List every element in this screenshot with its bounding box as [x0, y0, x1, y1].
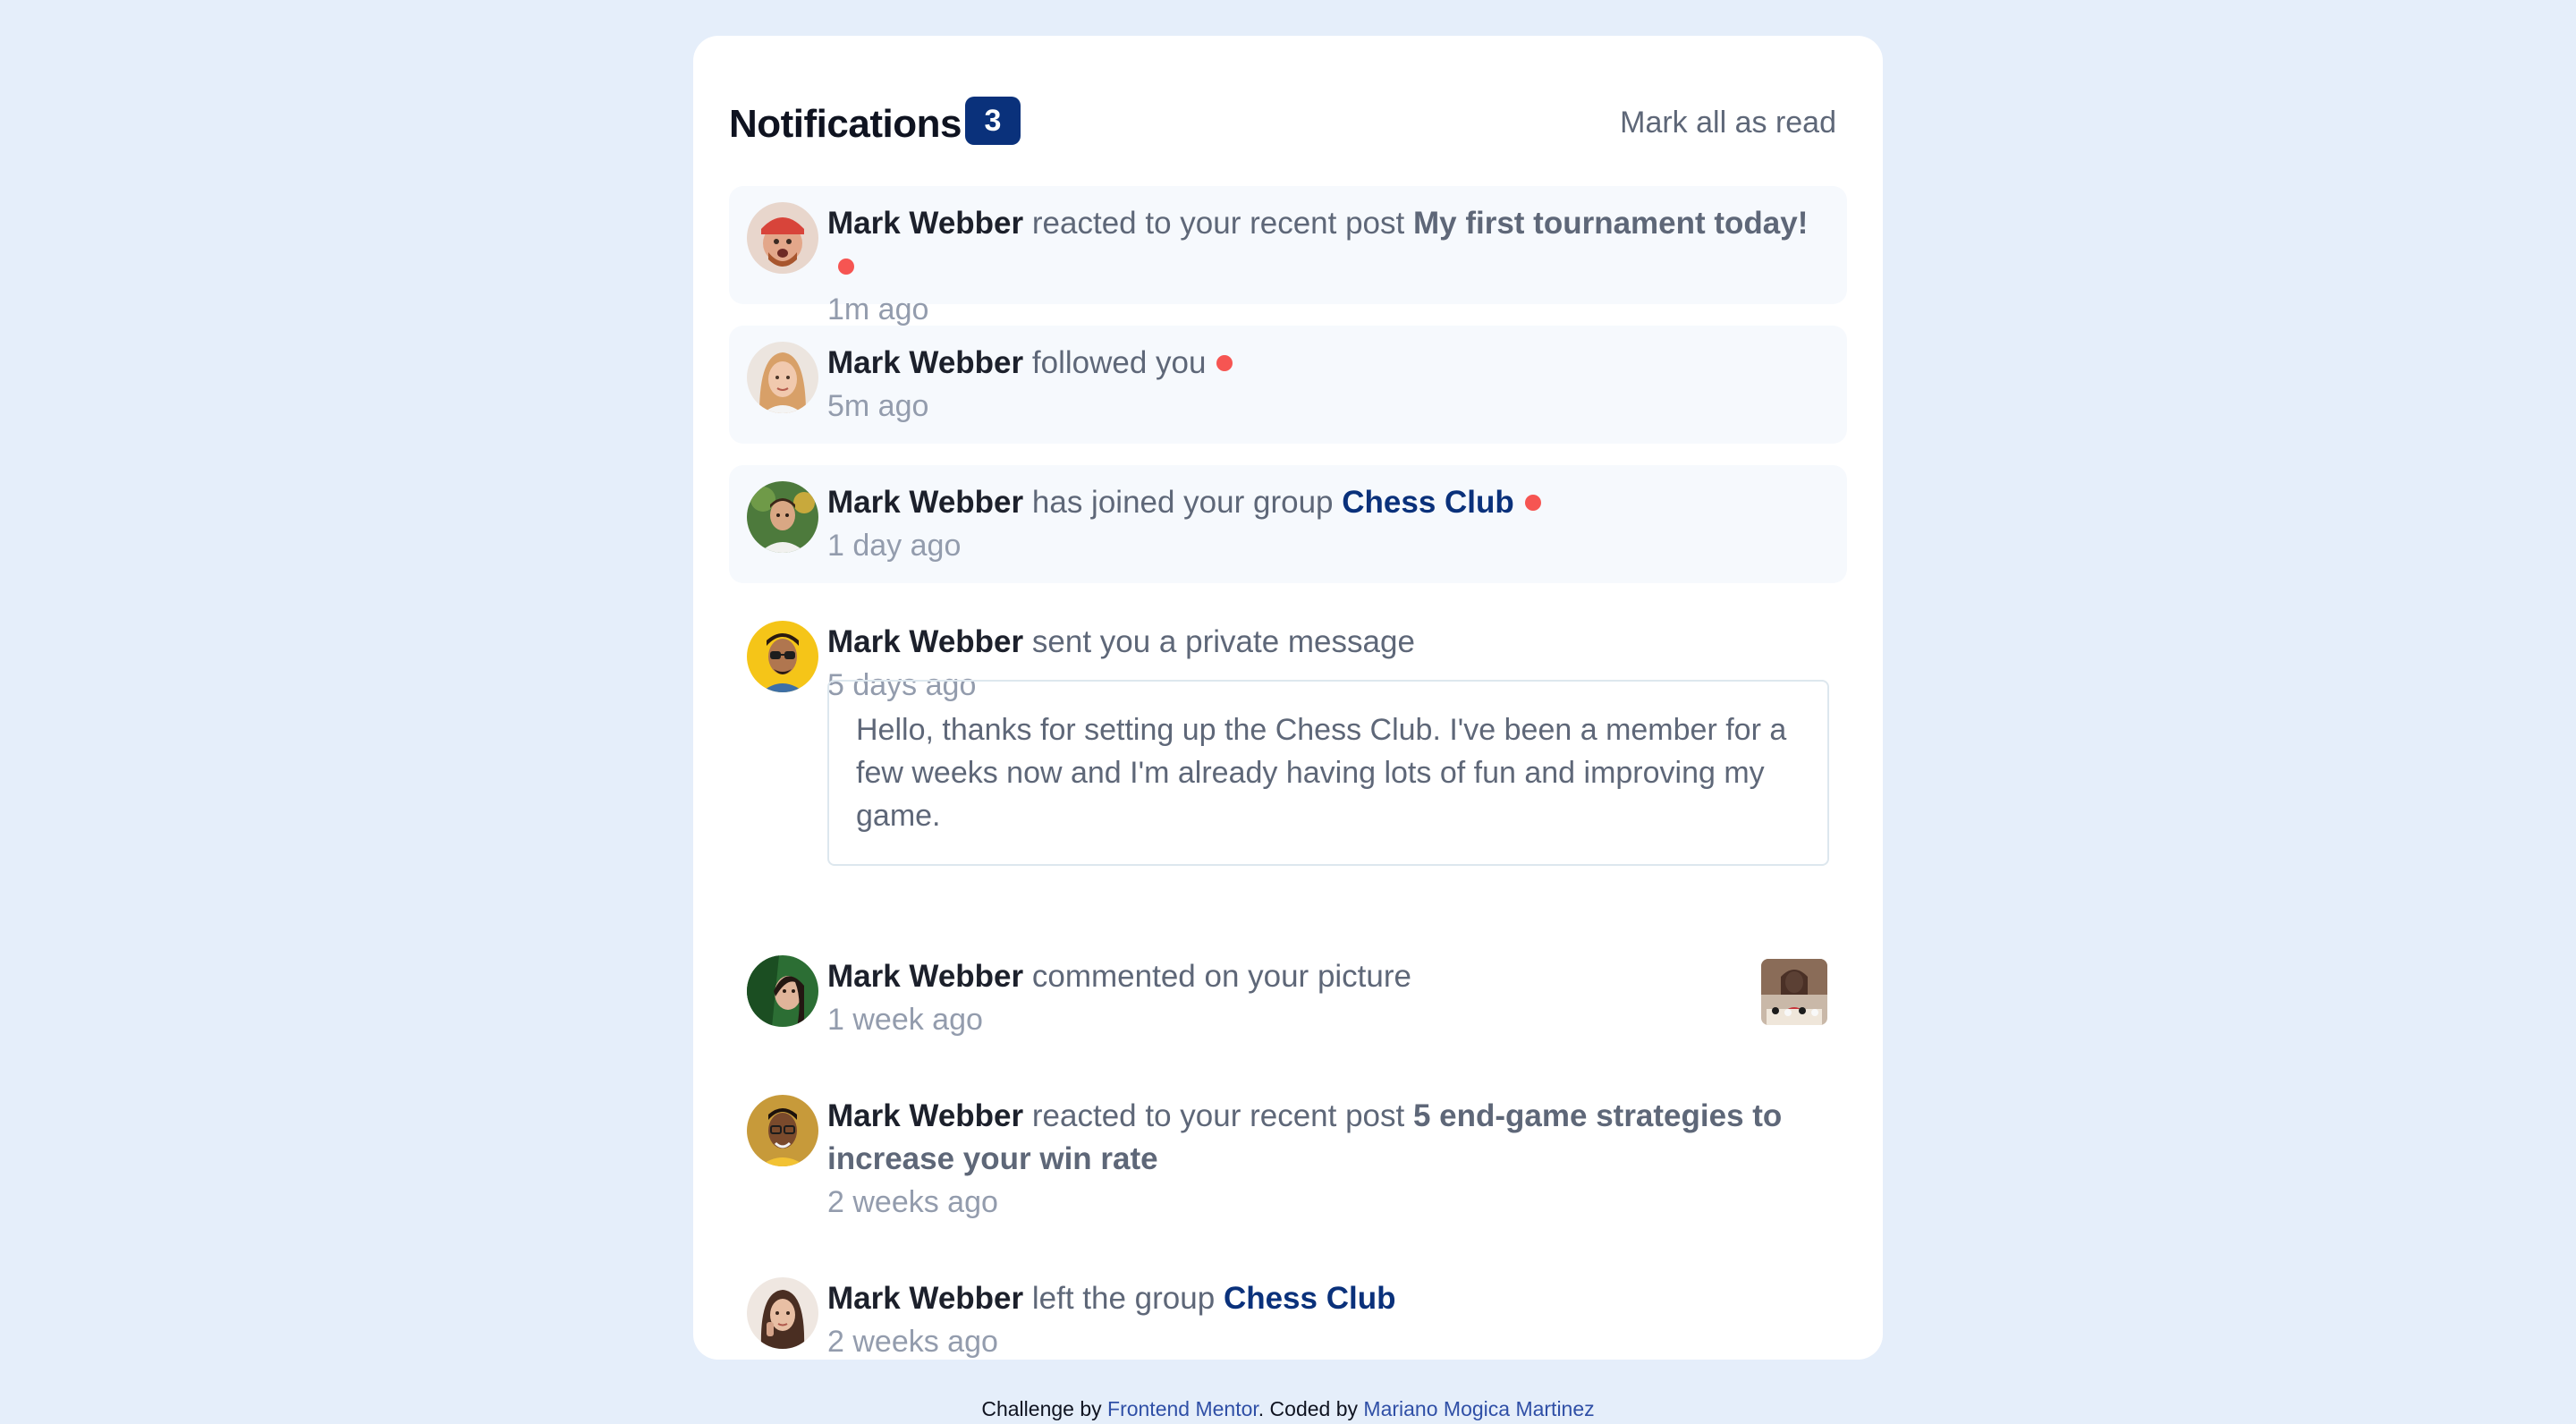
unread-dot-icon — [1524, 494, 1541, 511]
avatar-icon — [747, 202, 818, 274]
notification-action: left the group — [1031, 1281, 1216, 1316]
avatar-icon — [747, 1277, 818, 1349]
notification-time: 5m ago — [827, 389, 929, 423]
avatar-icon — [747, 955, 818, 1027]
sender-name[interactable]: Mark Webber — [827, 624, 1023, 659]
avatar[interactable] — [747, 1095, 818, 1166]
notification-time: 2 weeks ago — [827, 1325, 998, 1359]
notification-action: has joined your group — [1031, 485, 1334, 520]
notification-action: followed you — [1031, 345, 1207, 380]
notification-time: 1m ago — [827, 292, 929, 326]
group-link[interactable]: Chess Club — [1224, 1281, 1396, 1316]
notification-action: sent you a private message — [1031, 624, 1415, 659]
avatar-icon — [747, 481, 818, 553]
avatar-icon — [747, 1095, 818, 1166]
notification-item[interactable]: Mark Webber commented on your picture 1 … — [729, 939, 1847, 1057]
notification-item[interactable]: Mark Webber reacted to your recent post … — [729, 186, 1847, 326]
frontend-mentor-link[interactable]: Frontend Mentor — [1107, 1397, 1258, 1420]
avatar-icon — [747, 621, 818, 692]
footer-attribution: Challenge by Frontend Mentor. Coded by M… — [0, 1397, 2576, 1421]
notifications-header: Notifications 3 Mark all as read — [729, 97, 1836, 157]
sender-name[interactable]: Mark Webber — [827, 1281, 1023, 1316]
notification-item[interactable]: Mark Webber followed you 5m ago — [729, 326, 1847, 444]
sender-name[interactable]: Mark Webber — [827, 959, 1023, 994]
avatar-icon — [747, 342, 818, 413]
notification-time: 2 weeks ago — [827, 1185, 998, 1219]
page-title: Notifications — [729, 102, 962, 146]
author-link[interactable]: Mariano Mogica Martinez — [1363, 1397, 1594, 1420]
avatar[interactable] — [747, 481, 818, 553]
notification-item[interactable]: Mark Webber left the group Chess Club 2 … — [729, 1261, 1847, 1360]
sender-name[interactable]: Mark Webber — [827, 345, 1023, 380]
group-link[interactable]: Chess Club — [1342, 485, 1514, 520]
avatar[interactable] — [747, 1277, 818, 1349]
private-message-box[interactable]: Hello, thanks for setting up the Chess C… — [827, 680, 1829, 866]
unread-count-badge: 3 — [965, 97, 1021, 145]
sender-name[interactable]: Mark Webber — [827, 485, 1023, 520]
notification-item[interactable]: Mark Webber has joined your group Chess … — [729, 465, 1847, 583]
footer-coded-text: . Coded by — [1258, 1397, 1359, 1420]
footer-challenge-text: Challenge by — [981, 1397, 1102, 1420]
sender-name[interactable]: Mark Webber — [827, 206, 1023, 241]
mark-all-as-read-button[interactable]: Mark all as read — [1620, 106, 1836, 140]
unread-dot-icon — [838, 258, 854, 275]
chess-picture-icon — [1761, 959, 1827, 1025]
notification-action: commented on your picture — [1031, 959, 1411, 994]
post-link[interactable]: My first tournament today! — [1413, 206, 1808, 241]
notification-item[interactable]: Mark Webber reacted to your recent post … — [729, 1079, 1847, 1240]
commented-picture-thumbnail[interactable] — [1761, 959, 1827, 1025]
avatar[interactable] — [747, 342, 818, 413]
notification-action: reacted to your recent post — [1031, 1098, 1405, 1133]
avatar[interactable] — [747, 621, 818, 692]
notification-time: 1 week ago — [827, 1003, 983, 1037]
avatar[interactable] — [747, 202, 818, 274]
sender-name[interactable]: Mark Webber — [827, 1098, 1023, 1133]
avatar[interactable] — [747, 955, 818, 1027]
unread-dot-icon — [1216, 354, 1233, 371]
notification-action: reacted to your recent post — [1031, 206, 1405, 241]
notification-time: 1 day ago — [827, 529, 962, 563]
